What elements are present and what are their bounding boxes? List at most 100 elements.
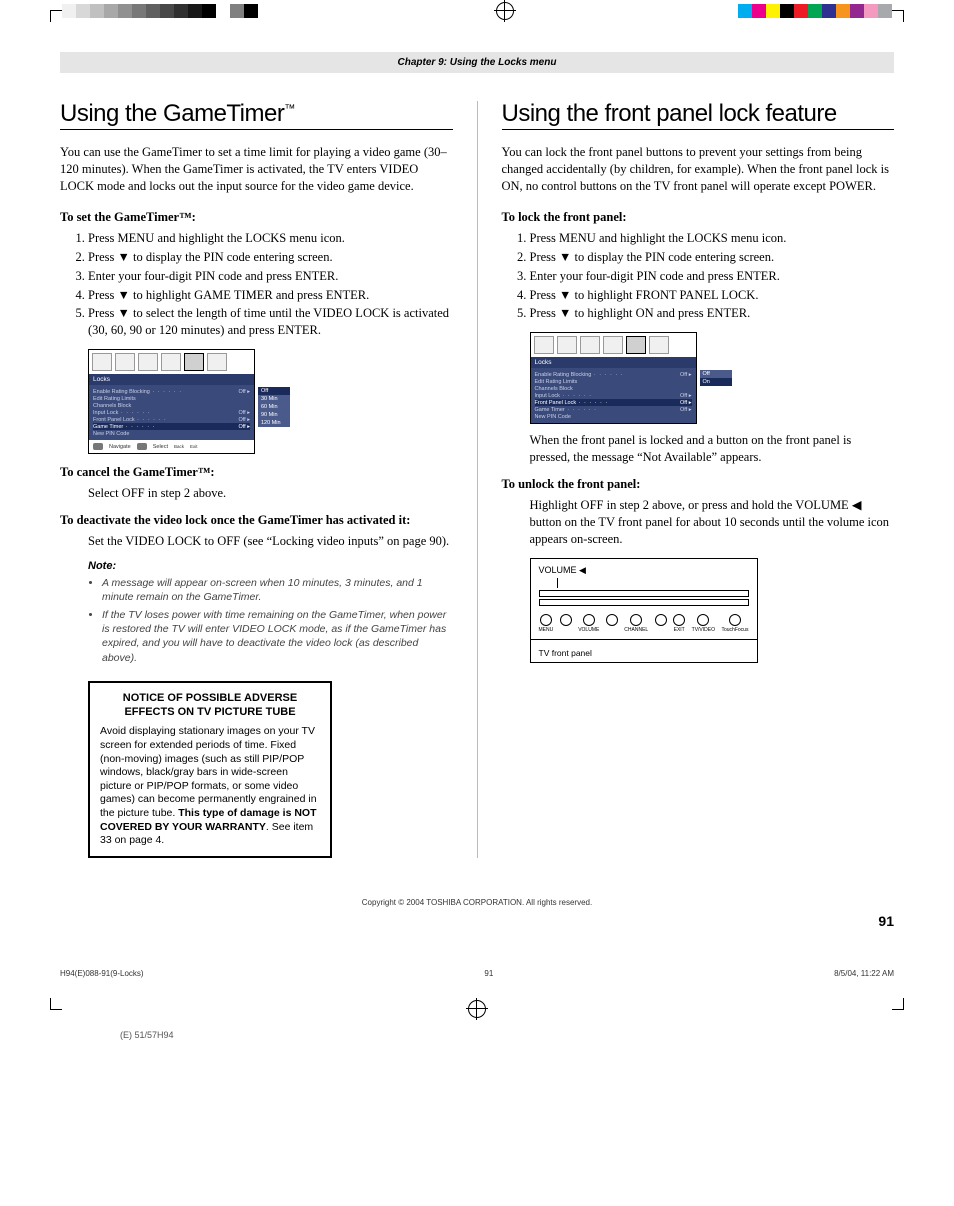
foot-back: Back: [174, 444, 184, 449]
note-item: A message will appear on-screen when 10 …: [102, 576, 453, 604]
slug-filename: H94(E)088-91(9-Locks): [60, 969, 144, 978]
menu-tab-icon: [534, 336, 554, 354]
nav-icon: [93, 443, 103, 450]
foot-exit: Exit: [190, 444, 198, 449]
step-item: Press ▼ to highlight ON and press ENTER.: [530, 305, 895, 322]
menu-tab-locks-icon: [626, 336, 646, 354]
menu-title: Locks: [531, 357, 696, 368]
menu-tabs: [89, 350, 254, 374]
step-item: Press ▼ to display the PIN code entering…: [530, 249, 895, 266]
menu-row: Game Timer · · · · · · Off ▸: [535, 406, 692, 413]
panel-button: VOLUME: [578, 614, 599, 633]
slug-date: 8/5/04, 11:22 AM: [834, 969, 894, 978]
cancel-text: Select OFF in step 2 above.: [88, 485, 453, 502]
menu-tab-icon: [603, 336, 623, 354]
menu-row: Input Lock · · · · · · Off ▸: [93, 409, 250, 416]
step-item: Press MENU and highlight the LOCKS menu …: [530, 230, 895, 247]
registration-mark-icon: [496, 2, 514, 20]
menu-row: New PIN Code: [535, 413, 692, 420]
panel-bars: [539, 590, 749, 606]
pointer-line: [557, 578, 558, 588]
menu-title: Locks: [89, 374, 254, 385]
panel-button: TV/VIDEO: [692, 614, 715, 633]
intro-paragraph: You can use the GameTimer to set a time …: [60, 144, 453, 195]
after-menu-text: When the front panel is locked and a but…: [530, 432, 895, 466]
osd-menu-gametimer: Locks Off30 Min60 Min90 Min120 Min Enabl…: [88, 349, 255, 454]
menu-row: Game Timer · · · · · · Off ▸: [93, 423, 250, 430]
submenu-item: Off: [258, 387, 290, 395]
submenu-item: On: [700, 378, 732, 386]
submenu-options: Off30 Min60 Min90 Min120 Min: [258, 387, 290, 427]
tm-mark: ™: [284, 103, 295, 115]
menu-tab-icon: [580, 336, 600, 354]
page-content: Chapter 9: Using the Locks menu Using th…: [60, 52, 894, 929]
intro-paragraph: You can lock the front panel buttons to …: [502, 144, 895, 195]
panel-button: EXIT: [673, 614, 685, 633]
menu-tab-locks-icon: [184, 353, 204, 371]
color-bar: [738, 4, 892, 18]
menu-body: Off30 Min60 Min90 Min120 Min Enable Rati…: [89, 385, 254, 440]
column-divider: [477, 101, 478, 858]
menu-footer: Navigate Select Back Exit: [89, 440, 254, 453]
step-item: Press ▼ to highlight GAME TIMER and pres…: [88, 287, 453, 304]
volume-label: VOLUME ◀: [539, 565, 749, 576]
foot-navigate: Navigate: [109, 444, 131, 450]
section-title-frontpanel: Using the front panel lock feature: [502, 101, 895, 130]
menu-tab-icon: [557, 336, 577, 354]
note-item: If the TV loses power with time remainin…: [102, 608, 453, 665]
submenu-item: 90 Min: [258, 411, 290, 419]
grayscale-bar: [62, 4, 272, 18]
menu-row: Front Panel Lock · · · · · · Off ▸: [93, 416, 250, 423]
step-item: Enter your four-digit PIN code and press…: [530, 268, 895, 285]
menu-row: New PIN Code: [93, 430, 250, 437]
chapter-header: Chapter 9: Using the Locks menu: [60, 52, 894, 73]
panel-button: [606, 614, 618, 633]
menu-row: Channels Block: [93, 402, 250, 409]
right-column: Using the front panel lock feature You c…: [502, 101, 895, 858]
print-registration-bottom: [0, 988, 954, 1030]
nav-icon: [137, 443, 147, 450]
steps-list: Press MENU and highlight the LOCKS menu …: [502, 230, 895, 322]
menu-tab-icon: [115, 353, 135, 371]
menu-tab-icon: [92, 353, 112, 371]
foot-select: Select: [153, 444, 168, 450]
notice-body: Avoid displaying stationary images on yo…: [100, 725, 317, 846]
subhead-cancel: To cancel the GameTimer™:: [60, 464, 453, 481]
panel-caption: TV front panel: [539, 646, 749, 658]
step-item: Press ▼ to select the length of time unt…: [88, 305, 453, 339]
menu-tab-icon: [649, 336, 669, 354]
panel-button: [655, 614, 667, 633]
panel-button: CHANNEL: [624, 614, 648, 633]
notice-title: NOTICE OF POSSIBLE ADVERSE EFFECTS ON TV…: [100, 691, 320, 720]
panel-divider: [531, 639, 757, 640]
step-item: Enter your four-digit PIN code and press…: [88, 268, 453, 285]
crop-mark-icon: [40, 998, 62, 1020]
slug-page: 91: [484, 969, 493, 978]
subhead-deactivate: To deactivate the video lock once the Ga…: [60, 512, 453, 529]
menu-row: Enable Rating Blocking · · · · · · Off ▸: [93, 388, 250, 395]
submenu-item: 30 Min: [258, 395, 290, 403]
section-title-gametimer: Using the GameTimer™: [60, 101, 453, 130]
menu-tab-icon: [161, 353, 181, 371]
panel-button: [560, 614, 572, 633]
left-column: Using the GameTimer™ You can use the Gam…: [60, 101, 453, 858]
deactivate-text: Set the VIDEO LOCK to OFF (see “Locking …: [88, 533, 453, 550]
unlock-text: Highlight OFF in step 2 above, or press …: [530, 497, 895, 548]
menu-row: Channels Block: [535, 385, 692, 392]
osd-menu-frontpanel: Locks OffOn Enable Rating Blocking · · ·…: [530, 332, 697, 424]
notice-text-1: Avoid displaying stationary images on yo…: [100, 725, 317, 819]
steps-list: Press MENU and highlight the LOCKS menu …: [60, 230, 453, 339]
subhead-lock-panel: To lock the front panel:: [502, 209, 895, 226]
imposition-slug: H94(E)088-91(9-Locks) 91 8/5/04, 11:22 A…: [60, 969, 894, 978]
menu-tab-icon: [207, 353, 227, 371]
submenu-options: OffOn: [700, 370, 732, 386]
crop-mark-icon: [892, 0, 914, 22]
submenu-item: Off: [700, 370, 732, 378]
menu-tabs: [531, 333, 696, 357]
menu-tab-icon: [138, 353, 158, 371]
title-text: Using the GameTimer: [60, 100, 284, 127]
submenu-item: 120 Min: [258, 419, 290, 427]
menu-row: Edit Rating Limits: [93, 395, 250, 402]
subhead-set-gametimer: To set the GameTimer™:: [60, 209, 453, 226]
menu-row: Input Lock · · · · · · Off ▸: [535, 392, 692, 399]
